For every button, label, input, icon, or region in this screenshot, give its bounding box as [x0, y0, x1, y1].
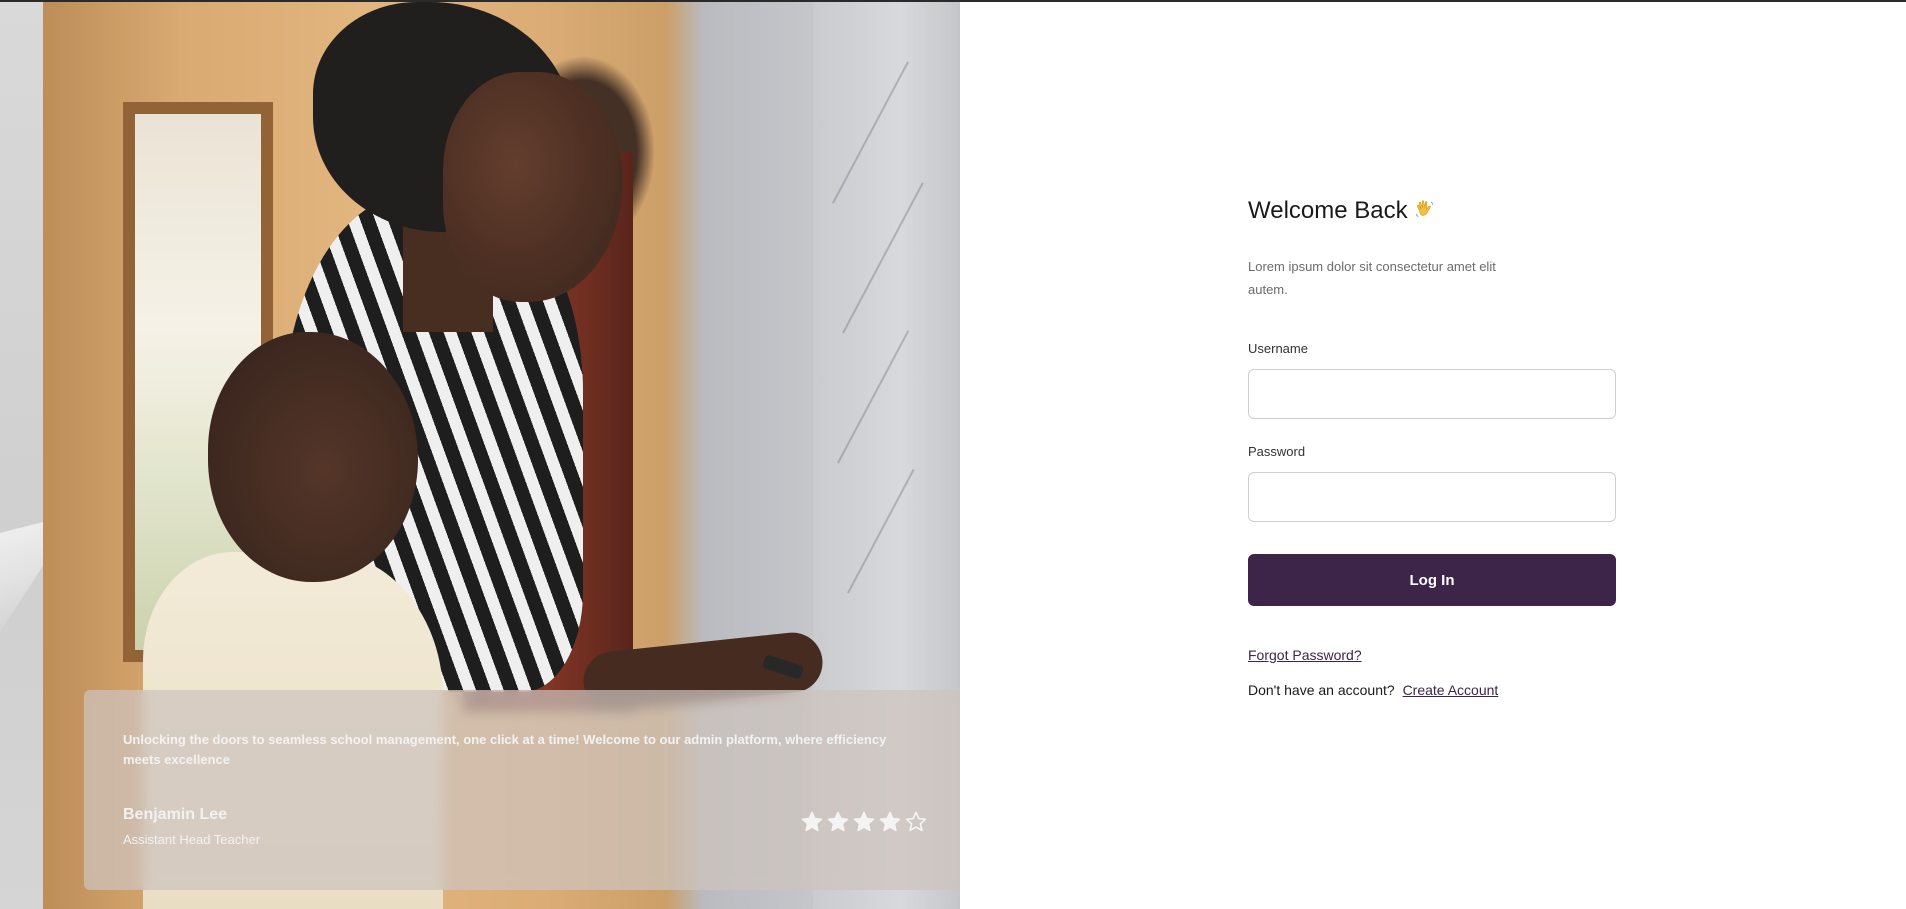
star-filled-icon — [879, 811, 901, 832]
paper-edge-decoration — [0, 522, 43, 632]
page-subtitle: Lorem ipsum dolor sit consectetur amet e… — [1248, 259, 1496, 297]
password-label: Password — [1248, 444, 1306, 459]
waving-hand-icon — [1415, 200, 1433, 218]
create-account-link[interactable]: Create Account — [1403, 682, 1499, 698]
page-title: Welcome Back — [1248, 196, 1438, 225]
page-title-text: Welcome Back — [1248, 197, 1408, 224]
star-rating — [800, 810, 928, 834]
signup-prompt: Don't have an account? — [1248, 682, 1395, 698]
username-label: Username — [1248, 341, 1308, 356]
star-filled-icon — [801, 811, 823, 832]
star-filled-icon — [827, 811, 849, 832]
forgot-password-link[interactable]: Forgot Password? — [1248, 647, 1362, 663]
testimonial-quote: Unlocking the doors to seamless school m… — [123, 732, 887, 767]
hero-side-strip — [0, 2, 43, 909]
username-input[interactable] — [1248, 369, 1616, 419]
login-button[interactable]: Log In — [1248, 554, 1616, 606]
signup-row: Don't have an account? Create Account — [1248, 682, 1498, 698]
testimonial-role: Assistant Head Teacher — [123, 832, 261, 847]
testimonial-card: Unlocking the doors to seamless school m… — [84, 690, 960, 890]
star-filled-icon — [853, 811, 875, 832]
star-empty-icon — [905, 811, 927, 832]
login-page: Unlocking the doors to seamless school m… — [0, 0, 1906, 909]
password-input[interactable] — [1248, 472, 1616, 522]
hero-panel: Unlocking the doors to seamless school m… — [0, 2, 960, 909]
testimonial-author: Benjamin Lee — [123, 806, 228, 823]
